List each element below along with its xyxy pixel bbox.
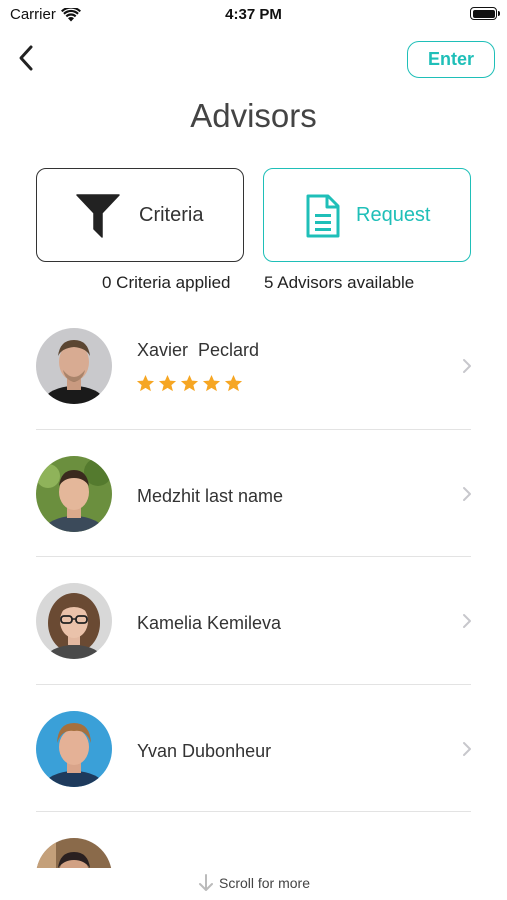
criteria-label: Criteria [139,204,204,226]
criteria-count-text: 0 Criteria applied [102,273,231,292]
enter-button[interactable]: Enter [407,41,495,78]
avatar [36,328,112,404]
advisor-row[interactable]: Yvan Dubonheur [0,685,507,813]
page-title: Advisors [190,97,317,134]
advisor-name: Kamelia Kemileva [137,613,282,633]
chevron-right-icon [463,614,471,628]
scroll-hint-label: Scroll for more [218,875,311,891]
avatar [36,583,112,659]
advisor-name: Xavier Peclard [137,340,260,360]
avatar [36,838,112,868]
advisors-count-text: 5 Advisors available [264,273,415,292]
request-label: Request [356,204,431,226]
avatar [36,455,112,532]
advisor-list[interactable]: Xavier Peclard Medzhit last name Kamelia… [0,302,507,868]
advisor-row[interactable]: Kamelia Kemileva [0,557,507,685]
filter-icon [75,193,121,239]
advisor-row[interactable]: Medzhit last name [0,430,507,558]
star-icon [202,374,221,392]
request-button[interactable]: Request [263,168,471,262]
rating-stars [136,374,243,393]
star-icon [136,374,155,392]
back-button[interactable] [8,38,44,78]
advisor-row[interactable]: Xavier Peclard [0,302,507,430]
advisor-name: Yvan Dubonheur [137,740,272,761]
status-bar: Carrier 4:37 PM [0,0,507,30]
chevron-right-icon [463,741,471,756]
scroll-hint[interactable]: Scroll for more [0,873,507,893]
star-icon [158,374,177,392]
arrow-down-icon [198,874,213,891]
clock: 4:37 PM [225,6,282,23]
chevron-right-icon [463,486,471,501]
star-icon [180,374,199,392]
document-icon [300,193,346,239]
chevron-right-icon [463,359,471,373]
advisor-row[interactable] [0,812,507,868]
criteria-button[interactable]: Criteria [36,168,244,262]
battery-icon [470,7,500,20]
chevron-left-icon [19,45,33,71]
avatar [36,710,112,787]
advisor-name: Medzhit last name [137,485,284,506]
star-icon [224,374,243,392]
